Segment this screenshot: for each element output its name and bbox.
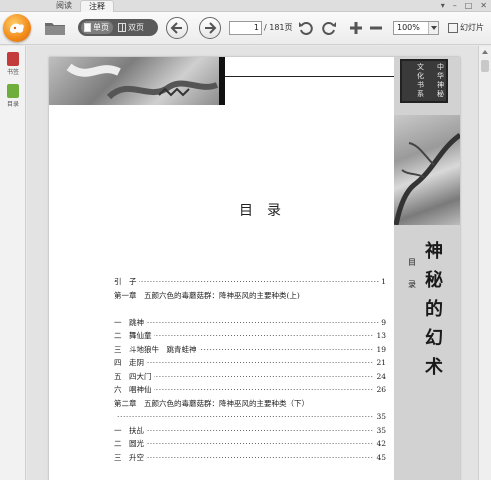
toc-entry[interactable]: 引 子1 xyxy=(114,275,386,289)
chevron-down-icon xyxy=(428,22,438,34)
toc-entry[interactable]: 四 走阴21 xyxy=(114,356,386,370)
toc-entry[interactable]: 一 扶乩35 xyxy=(114,423,386,437)
slideshow-button[interactable]: 幻灯片 xyxy=(448,22,484,34)
double-page-button[interactable]: 双页 xyxy=(115,21,148,34)
tab-read[interactable]: 阅读 xyxy=(48,0,80,12)
ink-painting xyxy=(393,115,460,226)
zoom-out-icon[interactable] xyxy=(368,20,384,36)
open-folder-icon[interactable] xyxy=(44,20,66,36)
view-mode-switch: 单页 双页 xyxy=(78,19,158,36)
toc-icon xyxy=(7,84,19,98)
book-title: 神 秘 的 幻 术 xyxy=(425,241,443,378)
toc-entry[interactable]: 五 四大门24 xyxy=(114,369,386,383)
toc-entry[interactable]: 三 斗地狼牛 跳青蛙神19 xyxy=(114,342,386,356)
tab-annotate[interactable]: 注释 xyxy=(80,0,114,12)
document-view[interactable]: 中华神秘 文化书系 目录 神 秘 的 幻 术 目录 引 子1 第一章 五颜六色的… xyxy=(27,46,478,480)
close-icon[interactable]: ✕ xyxy=(480,0,487,12)
side-subtitle: 目录 xyxy=(408,258,416,289)
page-title: 目录 xyxy=(239,203,295,219)
title-bar: 阅读 注释 ▾ – □ ✕ xyxy=(0,0,491,12)
header-bar xyxy=(219,57,225,105)
window-controls: ▾ – □ ✕ xyxy=(441,0,487,12)
single-page-button[interactable]: 单页 xyxy=(81,21,113,34)
double-page-icon xyxy=(118,23,126,32)
toc-entry[interactable]: 一 跳神9 xyxy=(114,315,386,329)
bookmark-icon xyxy=(7,52,19,66)
next-page-button[interactable] xyxy=(199,17,221,39)
toc-entry[interactable]: 第一章 五颜六色的毒蘑菇群：降神巫风的主要种类(上) xyxy=(114,289,386,303)
header-rule xyxy=(225,76,397,77)
vertical-scrollbar[interactable] xyxy=(478,46,491,480)
scrollbar-thumb[interactable] xyxy=(481,60,489,72)
sidebar-item-bookmarks[interactable]: 书签 xyxy=(3,52,23,76)
header-artwork xyxy=(49,57,219,105)
toc-entry[interactable]: 六 唱神仙26 xyxy=(114,383,386,397)
menu-dropdown-icon[interactable]: ▾ xyxy=(441,0,445,12)
page-number-input[interactable]: 1 xyxy=(229,21,262,35)
series-seal: 中华神秘 文化书系 xyxy=(400,59,448,103)
toc-entry[interactable]: 二 圆光42 xyxy=(114,437,386,451)
toc-entry[interactable]: 二 舞仙童13 xyxy=(114,329,386,343)
app-logo-icon[interactable] xyxy=(3,14,31,42)
toc-entry[interactable]: 第二章 五颜六色的毒蘑菇群：降神巫风的主要种类（下） xyxy=(114,397,386,411)
maximize-icon[interactable]: □ xyxy=(465,0,473,12)
single-page-icon xyxy=(84,23,91,32)
book-page: 中华神秘 文化书系 目录 神 秘 的 幻 术 目录 引 子1 第一章 五颜六色的… xyxy=(49,57,460,480)
toolbar: 单页 双页 1 / 181页 100% 幻灯片 xyxy=(0,12,491,45)
sidebar-item-contents[interactable]: 目录 xyxy=(3,84,23,108)
toc-entry[interactable]: 三 升空45 xyxy=(114,450,386,464)
previous-page-button[interactable] xyxy=(166,17,188,39)
left-panel: 书签 目录 xyxy=(0,46,26,480)
rotate-right-icon[interactable] xyxy=(321,20,337,36)
page-total: / 181页 xyxy=(264,23,293,32)
zoom-in-icon[interactable] xyxy=(348,20,364,36)
minimize-icon[interactable]: – xyxy=(453,0,457,12)
rotate-left-icon[interactable] xyxy=(298,20,314,36)
toc-entry[interactable]: 35 xyxy=(114,410,386,424)
table-of-contents: 引 子1 第一章 五颜六色的毒蘑菇群：降神巫风的主要种类(上) 一 跳神9 二 … xyxy=(114,275,386,464)
scroll-up-icon[interactable] xyxy=(479,46,491,57)
slideshow-icon xyxy=(448,23,458,33)
zoom-select[interactable]: 100% xyxy=(393,21,439,35)
